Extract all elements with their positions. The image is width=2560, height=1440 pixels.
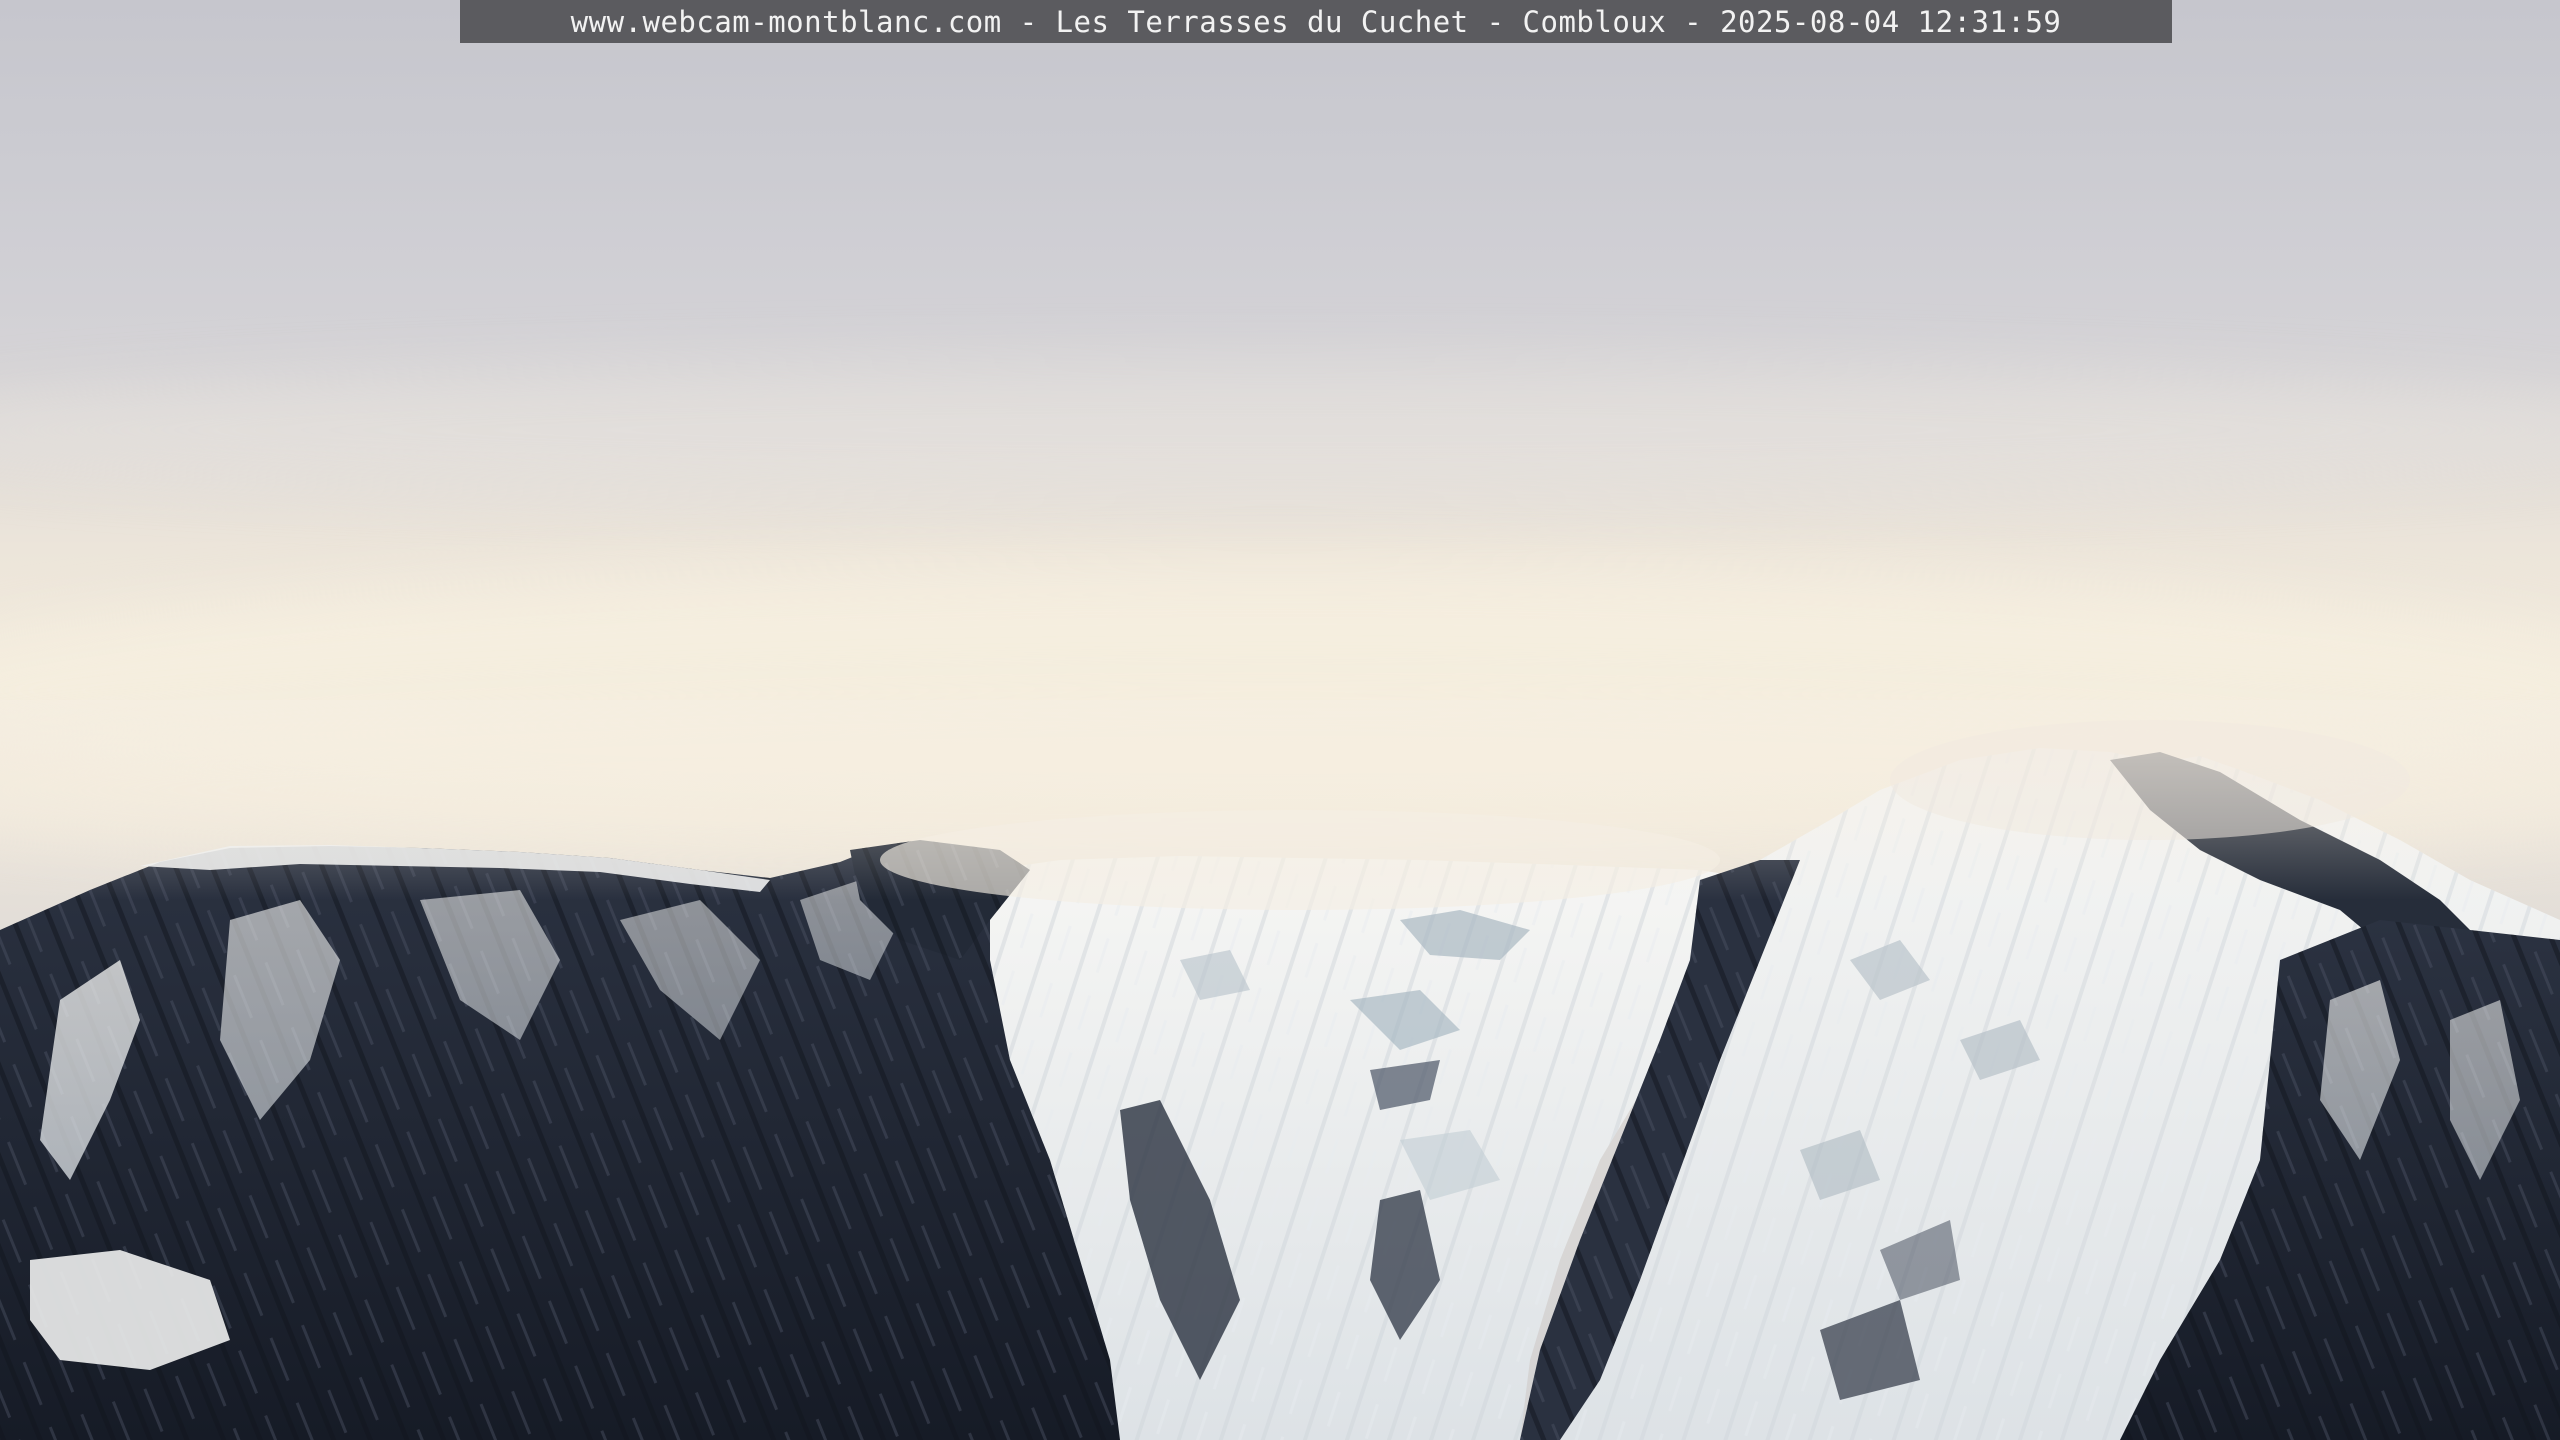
webcam-caption: www.webcam-montblanc.com - Les Terrasses…	[570, 4, 2062, 39]
left-rocky-peak	[0, 845, 1160, 1440]
glacier-cloud	[880, 810, 1720, 910]
webcam-image: www.webcam-montblanc.com - Les Terrasses…	[0, 0, 2560, 1440]
summit-cloud-cap	[1890, 720, 2410, 840]
mountain-range	[0, 700, 2560, 1440]
webcam-caption-bar: www.webcam-montblanc.com - Les Terrasses…	[460, 0, 2172, 43]
